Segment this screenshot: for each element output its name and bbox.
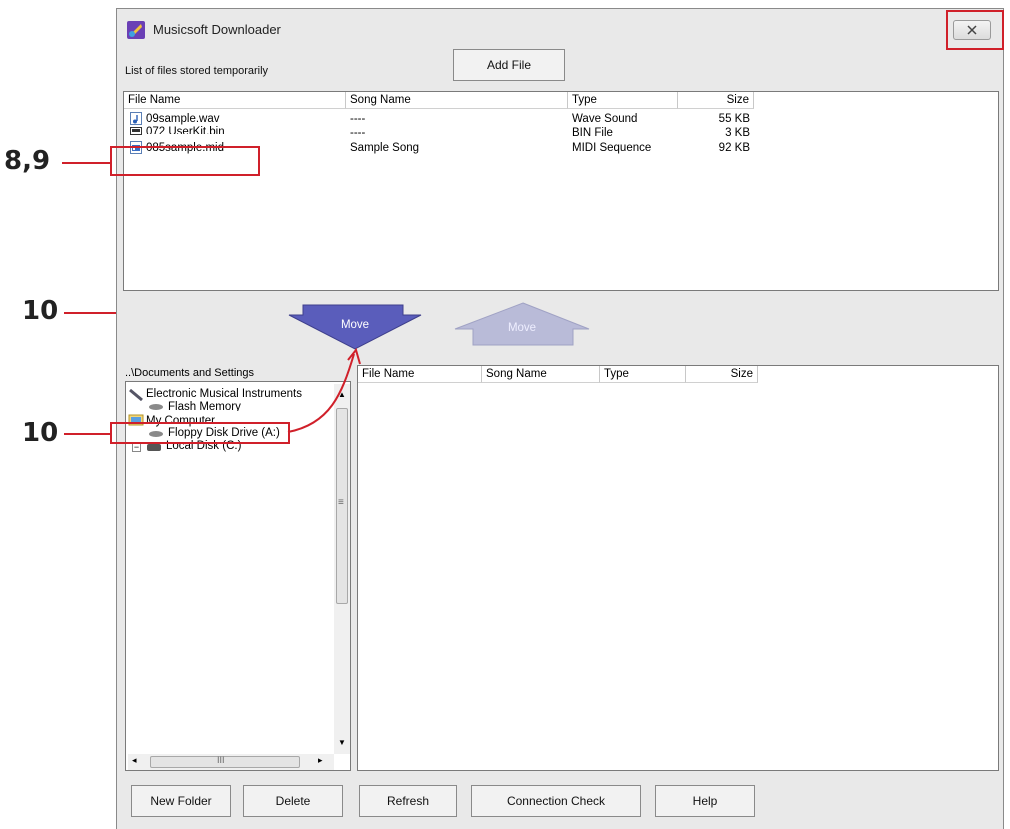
- col-header-file-name[interactable]: File Name: [124, 92, 346, 109]
- highlight-close-button: [946, 10, 1004, 50]
- col-header-size[interactable]: Size: [686, 366, 758, 383]
- temp-file-list[interactable]: File Name Song Name Type Size 09sample.w…: [123, 91, 999, 291]
- horizontal-scroll-thumb[interactable]: III: [150, 755, 300, 768]
- callout-label-10-mycomputer: 10: [22, 418, 59, 448]
- callout-line-8-9: [62, 162, 110, 164]
- refresh-button[interactable]: Refresh: [359, 785, 457, 817]
- file-name: 072 UserKit.bin: [146, 125, 225, 134]
- add-file-button[interactable]: Add File: [453, 49, 565, 81]
- callout-arrow-icon: [287, 347, 361, 433]
- app-icon: [127, 21, 145, 39]
- song-name: Sample Song: [350, 142, 420, 154]
- file-size: 92 KB: [718, 142, 750, 154]
- temp-files-label: List of files stored temporarily: [125, 65, 269, 77]
- col-header-file-name[interactable]: File Name: [358, 366, 482, 383]
- scroll-right-icon[interactable]: ▸: [318, 755, 323, 766]
- callout-label-10-move: 10: [22, 296, 59, 326]
- connection-check-button[interactable]: Connection Check: [471, 785, 641, 817]
- col-header-size[interactable]: Size: [678, 92, 754, 109]
- instrument-icon: [129, 389, 143, 401]
- tree-item-electronic-musical-instruments[interactable]: Electronic Musical Instruments: [146, 388, 302, 400]
- col-header-song-name[interactable]: Song Name: [346, 92, 568, 109]
- tree-item-label: Flash Memory: [168, 401, 241, 411]
- window-title: Musicsoft Downloader: [153, 22, 281, 37]
- delete-button[interactable]: Delete: [243, 785, 343, 817]
- file-type: BIN File: [572, 127, 613, 139]
- file-size: 55 KB: [718, 113, 750, 125]
- col-header-song-name[interactable]: Song Name: [482, 366, 600, 383]
- song-name: ----: [350, 127, 366, 139]
- file-name-text: 072 UserKit.bin: [146, 126, 225, 134]
- highlight-my-computer: [110, 422, 290, 444]
- move-up-button[interactable]: Move: [451, 299, 593, 355]
- song-name: ----: [350, 113, 366, 125]
- col-header-type[interactable]: Type: [568, 92, 678, 109]
- drive-icon: [149, 404, 163, 410]
- highlight-file-085sample: [110, 146, 260, 176]
- move-up-label: Move: [507, 322, 537, 334]
- file-size: 3 KB: [725, 127, 750, 139]
- callout-line-10-mycomputer: [64, 433, 110, 435]
- app-window: Musicsoft Downloader List of files store…: [116, 8, 1004, 829]
- title-bar: Musicsoft Downloader: [117, 9, 1003, 45]
- local-file-list[interactable]: File Name Song Name Type Size: [357, 365, 999, 771]
- scroll-left-icon[interactable]: ◂: [132, 755, 137, 766]
- scroll-down-icon[interactable]: ▼: [338, 738, 346, 747]
- file-type: MIDI Sequence: [572, 142, 652, 154]
- expand-toggle-icon[interactable]: −: [132, 443, 141, 452]
- col-header-type[interactable]: Type: [600, 366, 686, 383]
- tree-item-flash-memory[interactable]: Flash Memory: [168, 401, 241, 411]
- current-path: ..\Documents and Settings: [125, 367, 255, 379]
- move-down-label: Move: [340, 319, 370, 331]
- scroll-grip: ≡: [338, 497, 344, 508]
- new-folder-button[interactable]: New Folder: [131, 785, 231, 817]
- tree-horizontal-scrollbar[interactable]: ◂ III ▸: [128, 754, 334, 770]
- file-name: 09sample.wav: [146, 113, 220, 125]
- callout-label-8-9: 8,9: [4, 146, 51, 176]
- file-type: Wave Sound: [572, 113, 638, 125]
- help-button[interactable]: Help: [655, 785, 755, 817]
- audio-file-icon: [130, 112, 142, 125]
- scroll-grip: III: [217, 755, 225, 765]
- bin-file-icon: [130, 127, 142, 135]
